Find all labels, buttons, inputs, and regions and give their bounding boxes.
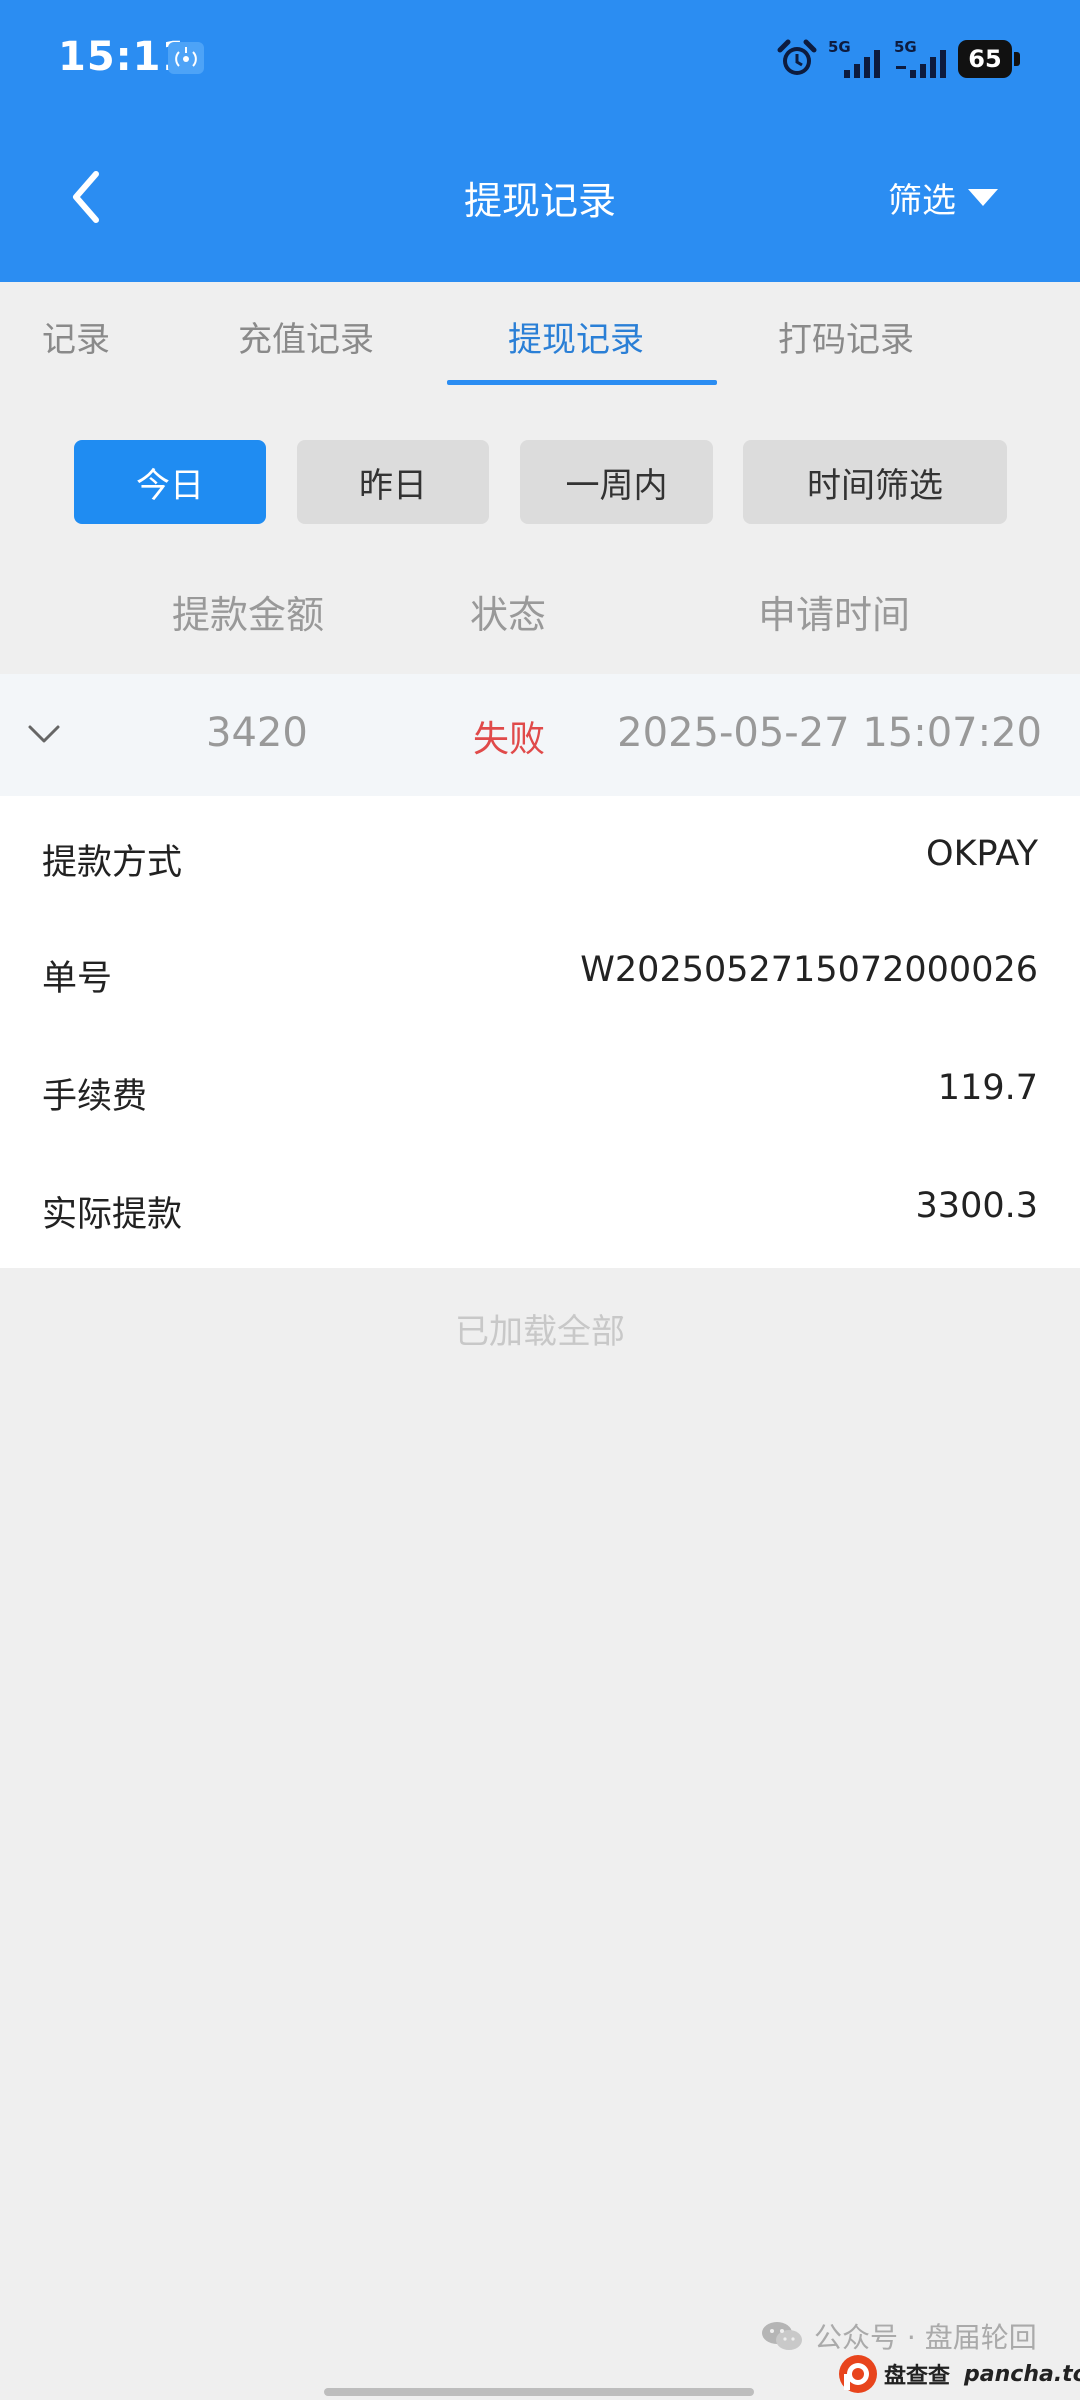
chevron-down-icon[interactable] [26, 718, 62, 750]
filter-yesterday-button[interactable]: 昨日 [297, 440, 489, 524]
column-header-status: 状态 [470, 593, 547, 637]
tab-betting-records[interactable]: 打码记录 [778, 312, 914, 361]
filter-dropdown-button[interactable]: 筛选 [888, 172, 998, 222]
table-row[interactable]: 3420 失败 2025-05-27 15:07:20 [0, 674, 1080, 796]
wechat-icon [762, 2322, 802, 2350]
record-detail-panel: 提款方式 OKPAY 单号 W2025052715072000026 手续费 1… [0, 796, 1080, 1268]
caret-down-icon [968, 188, 998, 206]
detail-label: 实际提款 [42, 1195, 183, 1235]
signal-icon: 5G [894, 38, 954, 80]
status-badge: 失败 [473, 719, 546, 760]
detail-value: 3300.3 [915, 1186, 1038, 1226]
detail-value: 119.7 [937, 1068, 1038, 1108]
detail-value: OKPAY [926, 834, 1038, 874]
detail-row-actual-amount: 实际提款 3300.3 [0, 1186, 1080, 1246]
filter-custom-time-button[interactable]: 时间筛选 [743, 440, 1007, 524]
detail-row-fee: 手续费 119.7 [0, 1068, 1080, 1128]
battery-level: 65 [958, 40, 1012, 78]
detail-value: W2025052715072000026 [580, 950, 1038, 990]
watermark-logo: 盘查查 pancha.top [838, 2352, 1080, 2396]
detail-label: 提款方式 [42, 843, 183, 883]
home-indicator[interactable] [324, 2388, 754, 2396]
logo-url-text: pancha.top [964, 2361, 1080, 2387]
column-header-amount: 提款金额 [172, 593, 325, 637]
filter-today-button[interactable]: 今日 [74, 440, 266, 524]
column-header-time: 申请时间 [758, 593, 911, 637]
tab-withdrawal-records[interactable]: 提现记录 [508, 312, 644, 361]
record-tabs: 记录 充值记录 提现记录 打码记录 [0, 282, 1080, 392]
list-end-text: 已加载全部 [455, 1312, 625, 1352]
detail-row-order-number: 单号 W2025052715072000026 [0, 950, 1080, 1010]
signal-icon: 5G [828, 38, 888, 80]
watermark-account: 公众号 · 盘届轮回 [760, 2316, 1037, 2356]
logo-text: 盘查查 [884, 2364, 951, 2389]
battery-icon: 65 [958, 40, 1020, 78]
filter-label: 筛选 [888, 180, 956, 221]
filter-week-button[interactable]: 一周内 [520, 440, 713, 524]
record-apply-time: 2025-05-27 15:07:20 [617, 710, 1042, 756]
hotspot-icon [168, 42, 204, 74]
active-tab-indicator [447, 380, 717, 385]
tab-deposit-records[interactable]: 充值记录 [238, 312, 374, 361]
detail-row-method: 提款方式 OKPAY [0, 834, 1080, 894]
record-amount: 3420 [206, 710, 308, 756]
watermark-account-text: 公众号 · 盘届轮回 [814, 2321, 1037, 2354]
logo-icon [839, 2355, 877, 2393]
detail-label: 手续费 [42, 1077, 148, 1117]
status-bar: 15:11 5G 5G 65 [0, 0, 1080, 120]
tab-records[interactable]: 记录 [42, 312, 110, 361]
alarm-icon [777, 39, 817, 75]
app-header: 15:11 5G 5G 65 提现记录 筛选 [0, 0, 1080, 282]
detail-label: 单号 [42, 959, 113, 999]
